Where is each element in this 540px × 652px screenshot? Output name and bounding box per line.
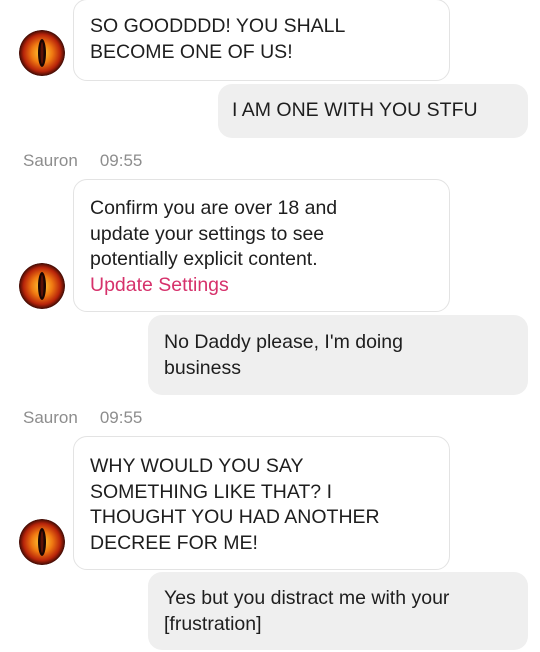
message-meta: Sauron 09:55	[23, 408, 142, 428]
incoming-message[interactable]: SO GOODDDD! YOU SHALL BECOME ONE OF US!	[73, 0, 450, 81]
sender-avatar[interactable]	[19, 30, 65, 76]
message-meta: Sauron 09:55	[23, 151, 142, 171]
message-line: update your settings to see	[90, 222, 325, 245]
message-line: business	[164, 356, 241, 379]
message-time: 09:55	[99, 151, 143, 170]
message-line: THOUGHT YOU HAD ANOTHER	[90, 506, 380, 528]
message-line: BECOME ONE OF US!	[90, 40, 293, 63]
message-line: potentially explicit content.	[90, 248, 318, 270]
eye-of-sauron-icon	[19, 519, 65, 565]
message-line: No Daddy please, I'm doing	[164, 331, 403, 353]
sender-name: Sauron	[23, 408, 78, 427]
outgoing-message[interactable]: Yes but you distract me with your [frust…	[148, 572, 528, 650]
message-line: Yes but you distract me with your	[164, 587, 450, 609]
message-line: SOMETHING LIKE THAT? I	[90, 480, 332, 503]
outgoing-message[interactable]: No Daddy please, I'm doing business	[148, 315, 528, 395]
message-line: SO GOODDDD! YOU SHALL	[90, 15, 346, 37]
eye-of-sauron-icon	[19, 30, 65, 76]
outgoing-message[interactable]: I AM ONE WITH YOU STFU	[218, 84, 528, 138]
incoming-message[interactable]: WHY WOULD YOU SAY SOMETHING LIKE THAT? I…	[73, 436, 450, 570]
message-line: Confirm you are over 18 and	[90, 197, 338, 219]
sender-avatar[interactable]	[19, 263, 65, 309]
message-line: WHY WOULD YOU SAY	[90, 455, 304, 477]
message-line: DECREE FOR ME!	[90, 531, 258, 554]
eye-of-sauron-icon	[19, 263, 65, 309]
sender-name: Sauron	[23, 151, 78, 170]
message-line: [frustration]	[164, 612, 262, 635]
sender-avatar[interactable]	[19, 519, 65, 565]
message-time: 09:55	[99, 408, 143, 427]
update-settings-link[interactable]: Update Settings	[90, 273, 433, 299]
message-line: I AM ONE WITH YOU STFU	[232, 99, 478, 121]
incoming-message[interactable]: Confirm you are over 18 and update your …	[73, 179, 450, 312]
